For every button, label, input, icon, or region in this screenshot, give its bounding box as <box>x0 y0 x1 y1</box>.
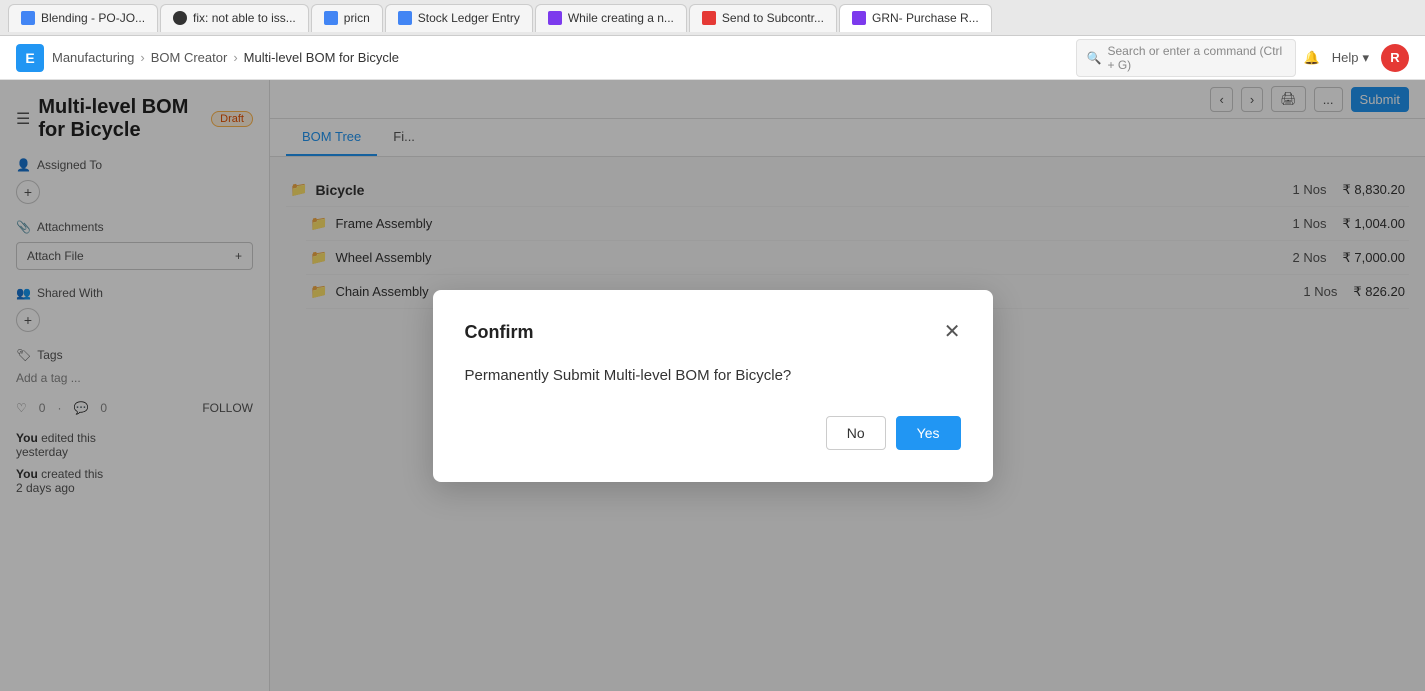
modal-header: Confirm ✕ <box>465 322 961 343</box>
browser-tab-1[interactable]: Blending - PO-JO... <box>8 4 158 32</box>
browser-tab-4[interactable]: Stock Ledger Entry <box>385 4 533 32</box>
modal-no-button[interactable]: No <box>826 416 886 450</box>
modal-overlay: Confirm ✕ Permanently Submit Multi-level… <box>0 80 1425 691</box>
help-button[interactable]: Help ▾ <box>1332 50 1369 66</box>
breadcrumb-bom-creator[interactable]: BOM Creator <box>151 50 228 65</box>
browser-tab-3[interactable]: pricn <box>311 4 383 32</box>
search-placeholder: Search or enter a command (Ctrl + G) <box>1107 44 1284 72</box>
help-chevron-icon: ▾ <box>1362 50 1369 66</box>
tab-label-5: While creating a n... <box>568 11 674 25</box>
confirm-modal: Confirm ✕ Permanently Submit Multi-level… <box>433 290 993 482</box>
modal-footer: No Yes <box>465 416 961 450</box>
browser-tab-6[interactable]: Send to Subcontr... <box>689 4 837 32</box>
tab-label-4: Stock Ledger Entry <box>418 11 520 25</box>
tab-label-6: Send to Subcontr... <box>722 11 824 25</box>
tab-icon-3 <box>324 11 338 25</box>
modal-body: Permanently Submit Multi-level BOM for B… <box>465 367 961 384</box>
browser-tab-5[interactable]: While creating a n... <box>535 4 687 32</box>
tab-icon-7 <box>852 11 866 25</box>
header-icons: 🔔 Help ▾ R <box>1304 44 1409 72</box>
app-header: E Manufacturing › BOM Creator › Multi-le… <box>0 36 1425 80</box>
browser-tab-7[interactable]: GRN- Purchase R... <box>839 4 992 32</box>
search-bar[interactable]: 🔍 Search or enter a command (Ctrl + G) <box>1076 39 1296 77</box>
modal-yes-button[interactable]: Yes <box>896 416 961 450</box>
breadcrumb-sep-1: › <box>140 50 144 65</box>
tab-label-3: pricn <box>344 11 370 25</box>
tab-icon-2 <box>173 11 187 25</box>
browser-tabs: Blending - PO-JO... fix: not able to iss… <box>0 0 1425 36</box>
breadcrumb: Manufacturing › BOM Creator › Multi-leve… <box>52 50 399 65</box>
breadcrumb-manufacturing[interactable]: Manufacturing <box>52 50 134 65</box>
help-label: Help <box>1332 50 1359 65</box>
main-layout: ☰ Multi-level BOM for Bicycle Draft 👤 As… <box>0 80 1425 691</box>
notification-bell-icon[interactable]: 🔔 <box>1304 50 1320 66</box>
tab-icon-1 <box>21 11 35 25</box>
breadcrumb-sep-2: › <box>233 50 237 65</box>
app-logo[interactable]: E <box>16 44 44 72</box>
browser-tab-2[interactable]: fix: not able to iss... <box>160 4 309 32</box>
tab-icon-5 <box>548 11 562 25</box>
tab-label-1: Blending - PO-JO... <box>41 11 145 25</box>
modal-title: Confirm <box>465 322 534 343</box>
tab-icon-6 <box>702 11 716 25</box>
search-icon: 🔍 <box>1087 51 1102 65</box>
tab-label-2: fix: not able to iss... <box>193 11 296 25</box>
tab-icon-4 <box>398 11 412 25</box>
avatar[interactable]: R <box>1381 44 1409 72</box>
tab-label-7: GRN- Purchase R... <box>872 11 979 25</box>
modal-close-button[interactable]: ✕ <box>944 322 961 342</box>
breadcrumb-current: Multi-level BOM for Bicycle <box>244 50 399 65</box>
